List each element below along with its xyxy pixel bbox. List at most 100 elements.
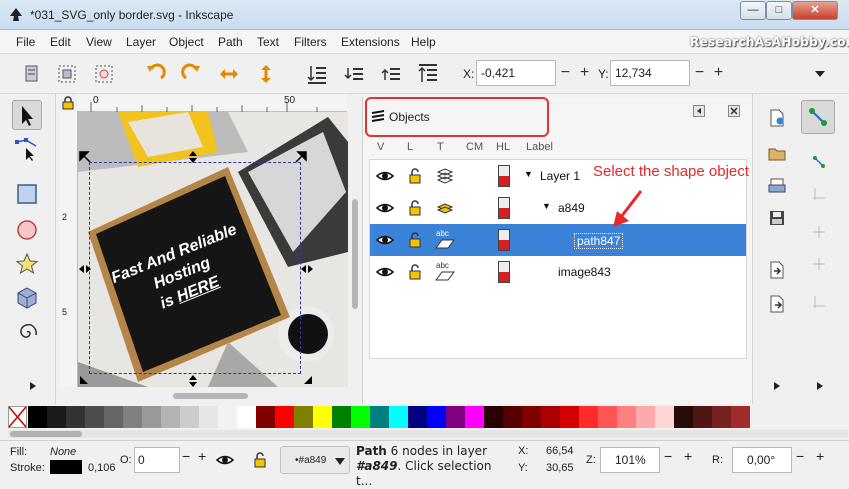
node-tool[interactable] bbox=[12, 136, 42, 166]
panel-iconify-icon[interactable] bbox=[693, 105, 705, 117]
import-icon[interactable] bbox=[767, 260, 787, 280]
zoom-decrement[interactable]: − bbox=[664, 448, 672, 464]
palette-swatch[interactable] bbox=[256, 406, 275, 428]
y-increment-button[interactable]: + bbox=[709, 60, 728, 86]
panel-close-icon[interactable] bbox=[728, 105, 740, 117]
scale-handle-top[interactable] bbox=[186, 150, 200, 164]
save-icon[interactable] bbox=[767, 208, 787, 228]
label-a849[interactable]: a849 bbox=[558, 201, 585, 215]
palette-swatch[interactable] bbox=[351, 406, 370, 428]
palette-swatch[interactable] bbox=[370, 406, 389, 428]
snap-center-icon[interactable] bbox=[811, 256, 827, 272]
palette-swatch[interactable] bbox=[28, 406, 47, 428]
eye-icon[interactable] bbox=[376, 199, 394, 217]
menu-object[interactable]: Object bbox=[169, 35, 204, 49]
highlight-color-icon[interactable] bbox=[498, 229, 510, 251]
stroke-swatch[interactable] bbox=[50, 460, 82, 474]
no-paint-swatch[interactable] bbox=[8, 406, 27, 428]
palette-scrollbar[interactable] bbox=[8, 430, 848, 438]
scale-handle-tl[interactable] bbox=[78, 150, 92, 164]
hscroll-thumb[interactable] bbox=[173, 393, 248, 399]
palette-swatch[interactable] bbox=[636, 406, 655, 428]
tree-row-path847[interactable]: abc path847 bbox=[370, 224, 746, 256]
raise-icon[interactable] bbox=[379, 62, 403, 86]
flip-horizontal-icon[interactable] bbox=[217, 62, 241, 86]
tree-row-a849[interactable]: ▼ a849 bbox=[370, 192, 746, 224]
select-all-icon[interactable] bbox=[20, 62, 44, 86]
highlight-color-icon[interactable] bbox=[498, 261, 510, 283]
palette-swatch[interactable] bbox=[161, 406, 180, 428]
palette-swatch[interactable] bbox=[655, 406, 674, 428]
lock-open-icon[interactable] bbox=[406, 167, 424, 185]
scale-handle-right[interactable] bbox=[300, 262, 314, 276]
deselect-icon[interactable] bbox=[92, 62, 116, 86]
palette-scroll-thumb[interactable] bbox=[10, 431, 82, 437]
selector-tool[interactable] bbox=[12, 100, 42, 130]
palette-swatch[interactable] bbox=[731, 406, 750, 428]
menu-file[interactable]: File bbox=[16, 35, 35, 49]
snap-midpoint-icon[interactable] bbox=[811, 224, 827, 240]
rotate-cw-icon[interactable] bbox=[180, 62, 204, 86]
spiral-tool[interactable] bbox=[12, 320, 42, 350]
palette-swatch[interactable] bbox=[142, 406, 161, 428]
palette-swatch[interactable] bbox=[408, 406, 427, 428]
palette-swatch[interactable] bbox=[693, 406, 712, 428]
palette-swatch[interactable] bbox=[218, 406, 237, 428]
expander-a849[interactable]: ▼ bbox=[542, 201, 551, 211]
label-path847[interactable]: path847 bbox=[574, 233, 624, 249]
layer-visibility-eye-icon[interactable] bbox=[216, 451, 234, 469]
x-increment-button[interactable]: + bbox=[575, 60, 594, 86]
palette-swatch[interactable] bbox=[47, 406, 66, 428]
ellipse-tool[interactable] bbox=[12, 218, 42, 248]
zoom-increment[interactable]: + bbox=[684, 448, 692, 464]
palette-swatch[interactable] bbox=[104, 406, 123, 428]
opacity-increment[interactable]: + bbox=[198, 448, 206, 464]
x-decrement-button[interactable]: − bbox=[556, 60, 575, 86]
toolbox-more-icon[interactable] bbox=[29, 381, 37, 391]
palette-swatch[interactable] bbox=[446, 406, 465, 428]
palette-swatch[interactable] bbox=[484, 406, 503, 428]
highlight-color-icon[interactable] bbox=[498, 165, 510, 187]
palette-swatch[interactable] bbox=[503, 406, 522, 428]
palette-swatch[interactable] bbox=[560, 406, 579, 428]
y-coord-input[interactable]: 12,734 bbox=[610, 60, 690, 86]
snap-toggle-button[interactable] bbox=[801, 100, 835, 134]
palette-swatch[interactable] bbox=[180, 406, 199, 428]
maximize-button[interactable]: □ bbox=[766, 1, 792, 20]
highlight-color-icon[interactable] bbox=[498, 197, 510, 219]
lower-to-bottom-icon[interactable] bbox=[305, 62, 329, 86]
palette-swatch[interactable] bbox=[465, 406, 484, 428]
palette-swatch[interactable] bbox=[617, 406, 636, 428]
label-image843[interactable]: image843 bbox=[558, 265, 611, 279]
palette-swatch[interactable] bbox=[598, 406, 617, 428]
palette-swatch[interactable] bbox=[674, 406, 693, 428]
scale-handle-br[interactable] bbox=[300, 372, 314, 386]
palette-swatch[interactable] bbox=[199, 406, 218, 428]
fill-value[interactable]: None bbox=[50, 446, 76, 458]
palette-swatch[interactable] bbox=[275, 406, 294, 428]
print-icon[interactable] bbox=[767, 176, 787, 196]
layer-lock-icon[interactable] bbox=[251, 451, 269, 469]
rotate-decrement[interactable]: − bbox=[796, 448, 804, 464]
scale-handle-left[interactable] bbox=[78, 262, 92, 276]
select-all-layers-icon[interactable] bbox=[55, 62, 79, 86]
flip-vertical-icon[interactable] bbox=[254, 62, 278, 86]
eye-icon[interactable] bbox=[376, 231, 394, 249]
palette-swatch[interactable] bbox=[294, 406, 313, 428]
eye-icon[interactable] bbox=[376, 263, 394, 281]
opacity-input[interactable]: 0 bbox=[134, 447, 180, 473]
palette-swatch[interactable] bbox=[237, 406, 256, 428]
menu-help[interactable]: Help bbox=[411, 35, 436, 49]
close-button[interactable]: ✕ bbox=[792, 1, 838, 20]
current-layer-dropdown[interactable]: •#a849 bbox=[280, 446, 350, 474]
canvas-horizontal-scrollbar[interactable] bbox=[78, 388, 348, 404]
palette-swatch[interactable] bbox=[332, 406, 351, 428]
snap-guide-icon[interactable] bbox=[811, 294, 827, 310]
col-type[interactable]: T bbox=[437, 141, 444, 153]
lock-open-icon[interactable] bbox=[406, 199, 424, 217]
menu-edit[interactable]: Edit bbox=[50, 35, 71, 49]
palette-swatch[interactable] bbox=[85, 406, 104, 428]
palette-swatch[interactable] bbox=[541, 406, 560, 428]
export-icon[interactable] bbox=[767, 294, 787, 314]
eye-icon[interactable] bbox=[376, 167, 394, 185]
